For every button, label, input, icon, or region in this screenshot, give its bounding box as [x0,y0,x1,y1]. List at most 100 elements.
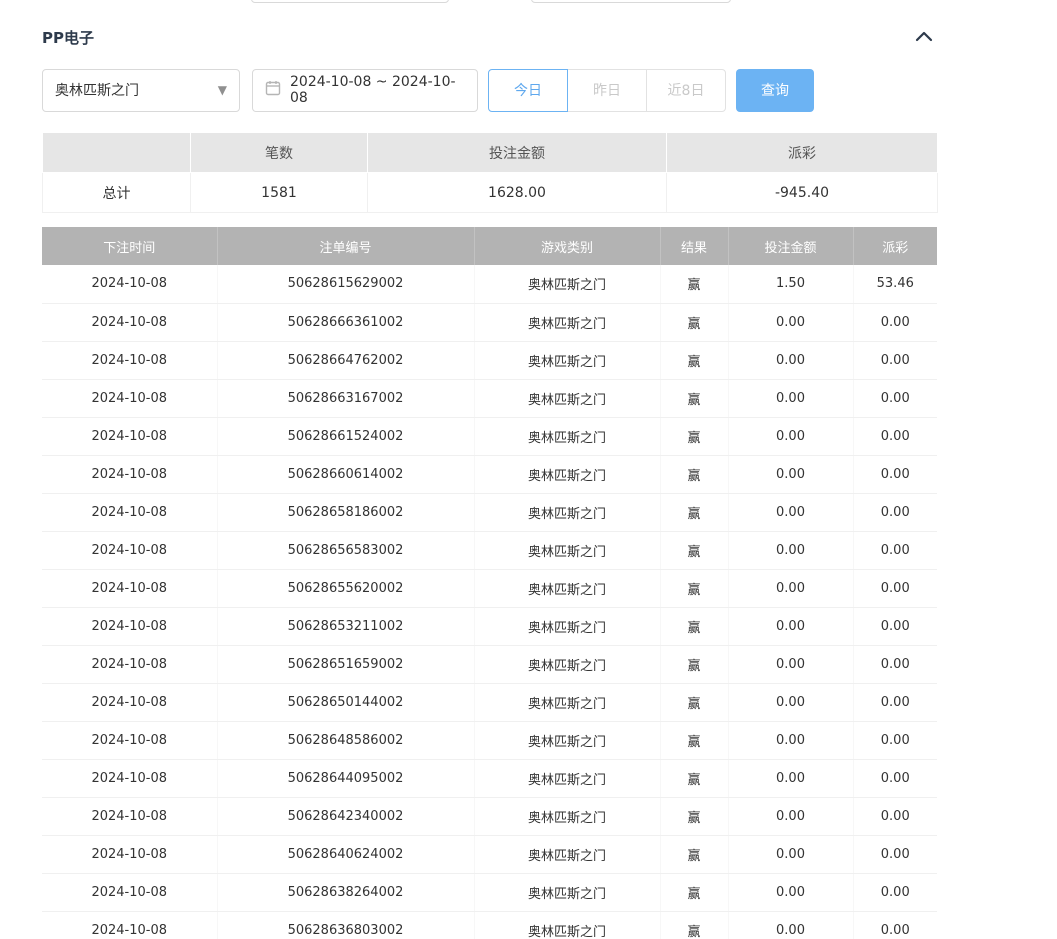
result-cell: 赢 [660,341,728,379]
game-type-cell: 奥林匹斯之门 [474,607,660,645]
table-row: 2024-10-0850628636803002奥林匹斯之门赢0.000.00 [42,911,937,939]
summary-bet-amount-value: 1628.00 [368,173,667,213]
table-row: 2024-10-0850628642340002奥林匹斯之门赢0.000.00 [42,797,937,835]
bet-amount-cell: 0.00 [728,417,853,455]
table-row: 2024-10-0850628656583002奥林匹斯之门赢0.000.00 [42,531,937,569]
quick-filter-today[interactable]: 今日 [488,69,568,112]
table-row: 2024-10-0850628650144002奥林匹斯之门赢0.000.00 [42,683,937,721]
payout-cell: 0.00 [853,417,937,455]
payout-cell: 0.00 [853,835,937,873]
payout-cell: 0.00 [853,569,937,607]
bet-amount-cell: 0.00 [728,607,853,645]
bet-amount-cell: 0.00 [728,721,853,759]
game-select[interactable]: 奥林匹斯之门 ▼ [42,69,240,112]
game-type-cell: 奥林匹斯之门 [474,265,660,303]
summary-header-bet-amount: 投注金额 [368,133,667,173]
table-row: 2024-10-0850628651659002奥林匹斯之门赢0.000.00 [42,645,937,683]
game-type-cell: 奥林匹斯之门 [474,303,660,341]
bet-id-cell: 50628658186002 [217,493,474,531]
game-type-cell: 奥林匹斯之门 [474,873,660,911]
bet-id-cell: 50628642340002 [217,797,474,835]
header-game-type: 游戏类别 [474,227,660,265]
bet-id-cell: 50628615629002 [217,265,474,303]
result-cell: 赢 [660,835,728,873]
cropped-input-right[interactable] [531,0,731,3]
bet-time-cell: 2024-10-08 [42,531,217,569]
bet-id-cell: 50628653211002 [217,607,474,645]
filter-row: 奥林匹斯之门 ▼ 2024-10-08 ~ 2024-10-08 今日 昨日 近… [42,68,1015,112]
quick-filter-yesterday[interactable]: 昨日 [567,69,647,112]
result-cell: 赢 [660,721,728,759]
bet-time-cell: 2024-10-08 [42,721,217,759]
payout-cell: 0.00 [853,341,937,379]
table-row: 2024-10-0850628640624002奥林匹斯之门赢0.000.00 [42,835,937,873]
bet-amount-cell: 0.00 [728,759,853,797]
bet-id-cell: 50628644095002 [217,759,474,797]
table-row: 2024-10-0850628658186002奥林匹斯之门赢0.000.00 [42,493,937,531]
result-cell: 赢 [660,683,728,721]
bet-time-cell: 2024-10-08 [42,873,217,911]
summary-count-value: 1581 [191,173,368,213]
quick-filter-last8days[interactable]: 近8日 [646,69,726,112]
bet-amount-cell: 1.50 [728,265,853,303]
table-row: 2024-10-0850628664762002奥林匹斯之门赢0.000.00 [42,341,937,379]
bet-amount-cell: 0.00 [728,303,853,341]
header-payout: 派彩 [853,227,937,265]
chevron-up-icon [915,30,933,45]
bet-amount-cell: 0.00 [728,835,853,873]
payout-cell: 0.00 [853,379,937,417]
bet-time-cell: 2024-10-08 [42,455,217,493]
bet-time-cell: 2024-10-08 [42,303,217,341]
cropped-input-left[interactable] [251,0,449,3]
chevron-down-icon: ▼ [218,83,227,97]
search-button[interactable]: 查询 [736,69,814,112]
header-bet-time: 下注时间 [42,227,217,265]
result-cell: 赢 [660,379,728,417]
bet-table-header-row: 下注时间 注单编号 游戏类别 结果 投注金额 派彩 [42,227,937,265]
summary-table: 笔数 投注金额 派彩 总计 1581 1628.00 -945.40 [42,132,938,213]
table-row: 2024-10-0850628661524002奥林匹斯之门赢0.000.00 [42,417,937,455]
bet-id-cell: 50628638264002 [217,873,474,911]
table-row: 2024-10-0850628615629002奥林匹斯之门赢1.5053.46 [42,265,937,303]
summary-payout-value: -945.40 [667,173,938,213]
bet-id-cell: 50628650144002 [217,683,474,721]
summary-header-row: 笔数 投注金额 派彩 [43,133,938,173]
payout-cell: 0.00 [853,645,937,683]
bet-id-cell: 50628666361002 [217,303,474,341]
result-cell: 赢 [660,607,728,645]
game-type-cell: 奥林匹斯之门 [474,531,660,569]
game-type-cell: 奥林匹斯之门 [474,645,660,683]
bet-id-cell: 50628640624002 [217,835,474,873]
payout-cell: 0.00 [853,873,937,911]
bet-amount-cell: 0.00 [728,645,853,683]
summary-header-empty [43,133,191,173]
bet-time-cell: 2024-10-08 [42,607,217,645]
bet-time-cell: 2024-10-08 [42,683,217,721]
summary-total-row: 总计 1581 1628.00 -945.40 [43,173,938,213]
bet-amount-cell: 0.00 [728,531,853,569]
result-cell: 赢 [660,569,728,607]
bet-amount-cell: 0.00 [728,379,853,417]
collapse-button[interactable] [911,26,937,48]
table-row: 2024-10-0850628663167002奥林匹斯之门赢0.000.00 [42,379,937,417]
result-cell: 赢 [660,873,728,911]
bet-time-cell: 2024-10-08 [42,265,217,303]
result-cell: 赢 [660,531,728,569]
result-cell: 赢 [660,303,728,341]
bet-time-cell: 2024-10-08 [42,759,217,797]
game-type-cell: 奥林匹斯之门 [474,835,660,873]
table-row: 2024-10-0850628644095002奥林匹斯之门赢0.000.00 [42,759,937,797]
bet-id-cell: 50628648586002 [217,721,474,759]
bet-time-cell: 2024-10-08 [42,645,217,683]
game-type-cell: 奥林匹斯之门 [474,569,660,607]
date-range-input[interactable]: 2024-10-08 ~ 2024-10-08 [252,69,478,112]
bet-id-cell: 50628660614002 [217,455,474,493]
bet-id-cell: 50628636803002 [217,911,474,939]
result-cell: 赢 [660,911,728,939]
payout-cell: 0.00 [853,797,937,835]
bet-amount-cell: 0.00 [728,797,853,835]
payout-cell: 0.00 [853,721,937,759]
bet-amount-cell: 0.00 [728,341,853,379]
result-cell: 赢 [660,493,728,531]
result-cell: 赢 [660,645,728,683]
